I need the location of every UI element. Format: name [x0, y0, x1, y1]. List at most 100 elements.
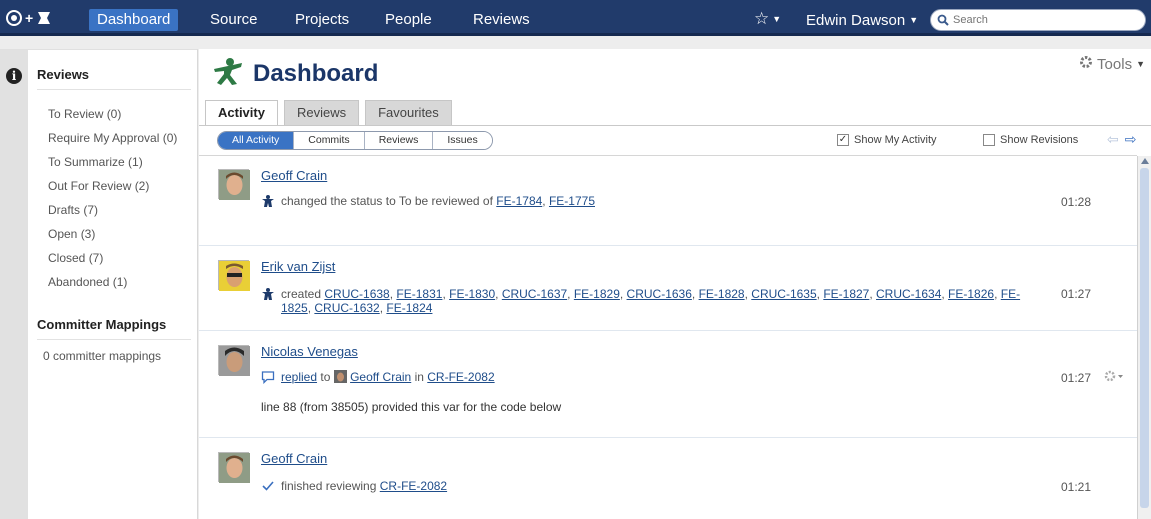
search-input[interactable] — [953, 14, 1133, 26]
sidebar-gutter — [0, 50, 28, 519]
review-link[interactable]: CRUC-1637 — [502, 287, 567, 301]
sidebar-item-closed[interactable]: Closed (7) — [48, 246, 177, 270]
show-revisions-option[interactable]: Show Revisions — [983, 134, 1078, 146]
sidebar-item-require-approval[interactable]: Require My Approval (0) — [48, 126, 177, 150]
top-navigation-bar: + Dashboard Source Projects People Revie… — [0, 0, 1151, 36]
sidebar-item-out-for-review[interactable]: Out For Review (2) — [48, 174, 177, 198]
tab-favourites[interactable]: Favourites — [365, 100, 452, 125]
issue-link[interactable]: FE-1831 — [396, 287, 442, 301]
nav-source[interactable]: Source — [210, 10, 258, 30]
author-link[interactable]: Nicolas Venegas — [261, 344, 358, 359]
review-complete-icon — [261, 479, 275, 496]
issue-link[interactable]: FE-1775 — [549, 194, 595, 208]
sidebar-item-to-summarize[interactable]: To Summarize (1) — [48, 150, 177, 174]
filter-issues[interactable]: Issues — [432, 132, 492, 149]
nav-dashboard[interactable]: Dashboard — [89, 9, 179, 31]
sidebar-item-to-review[interactable]: To Review (0) — [48, 102, 177, 126]
review-link[interactable]: CRUC-1634 — [876, 287, 941, 301]
favourites-menu[interactable]: ☆ ▼ — [754, 9, 781, 29]
nav-people[interactable]: People — [385, 10, 432, 30]
show-revisions-label: Show Revisions — [1000, 134, 1079, 146]
review-link[interactable]: CR-FE-2082 — [427, 370, 494, 384]
issue-link[interactable]: FE-1829 — [574, 287, 620, 301]
issue-link[interactable]: FE-1824 — [386, 301, 432, 315]
activity-text: to — [320, 370, 331, 384]
tools-label: Tools — [1097, 55, 1133, 73]
review-link[interactable]: CRUC-1635 — [751, 287, 816, 301]
show-revisions-checkbox[interactable] — [983, 134, 995, 146]
activity-item: Geoff Crain finished reviewing CR-FE-208… — [199, 439, 1137, 519]
author-link[interactable]: Geoff Crain — [261, 168, 327, 183]
filter-commits[interactable]: Commits — [293, 132, 364, 149]
activity-time: 01:28 — [1061, 195, 1092, 209]
tools-menu[interactable]: Tools ▼ — [1079, 55, 1145, 73]
divider — [199, 125, 1151, 126]
dashboard-figure-icon — [211, 57, 245, 90]
filter-reviews[interactable]: Reviews — [363, 132, 433, 149]
gear-icon — [1079, 55, 1093, 73]
user-name: Edwin Dawson — [806, 12, 906, 29]
sidebar-item-drafts[interactable]: Drafts (7) — [48, 198, 177, 222]
review-link[interactable]: CRUC-1632 — [314, 301, 379, 315]
committer-mappings-text: 0 committer mappings — [43, 349, 162, 363]
pager: ⇦ ⇨ — [1107, 131, 1136, 148]
nav-reviews[interactable]: Reviews — [473, 10, 530, 30]
avatar[interactable] — [218, 345, 250, 376]
show-my-activity-checkbox[interactable]: ✓ — [837, 134, 849, 146]
author-link[interactable]: Erik van Zijst — [261, 259, 335, 274]
sidebar-item-abandoned[interactable]: Abandoned (1) — [48, 270, 177, 294]
chevron-down-icon: ▼ — [772, 14, 782, 24]
tab-reviews[interactable]: Reviews — [283, 100, 360, 125]
activity-text: finished reviewing — [281, 479, 377, 493]
review-link[interactable]: CRUC-1636 — [627, 287, 692, 301]
issue-link[interactable]: FE-1830 — [449, 287, 495, 301]
comment-body: line 88 (from 38505) provided this var f… — [261, 400, 562, 414]
gear-menu-icon[interactable] — [1104, 369, 1124, 386]
issue-link[interactable]: FE-1784 — [496, 194, 542, 208]
activity-text: changed the status to To be reviewed of — [281, 194, 493, 208]
search-box[interactable] — [930, 9, 1146, 31]
issue-link[interactable]: FE-1826 — [948, 287, 994, 301]
reviews-section-title: Reviews — [37, 67, 90, 82]
committer-mappings-title: Committer Mappings — [37, 317, 167, 332]
status-change-icon — [261, 287, 275, 304]
tab-activity[interactable]: Activity — [205, 100, 278, 125]
activity-time: 01:27 — [1061, 371, 1092, 385]
issue-link[interactable]: FE-1828 — [699, 287, 745, 301]
show-my-activity-option[interactable]: ✓ Show My Activity — [837, 134, 937, 146]
review-link[interactable]: CRUC-1638 — [324, 287, 389, 301]
info-icon[interactable]: i — [6, 68, 22, 84]
avatar[interactable] — [218, 260, 250, 291]
activity-stream: Geoff Crain changed the status to To be … — [199, 156, 1137, 519]
nav-projects[interactable]: Projects — [295, 10, 349, 30]
filter-all-activity[interactable]: All Activity — [218, 132, 294, 149]
avatar[interactable] — [218, 452, 250, 483]
review-filter-list: To Review (0) Require My Approval (0) To… — [48, 102, 177, 294]
review-link[interactable]: CR-FE-2082 — [380, 479, 447, 493]
activity-description: replied to Geoff Crain in CR-FE-2082 — [261, 370, 495, 387]
chevron-down-icon: ▼ — [909, 15, 919, 25]
author-link[interactable]: Geoff Crain — [350, 370, 411, 384]
scrollbar-thumb[interactable] — [1140, 168, 1149, 508]
sidebar-item-open[interactable]: Open (3) — [48, 222, 177, 246]
comment-icon — [261, 370, 275, 387]
author-link[interactable]: Geoff Crain — [261, 451, 327, 466]
activity-description: changed the status to To be reviewed of … — [261, 194, 595, 211]
replied-link[interactable]: replied — [281, 370, 317, 384]
divider — [37, 89, 191, 90]
divider — [37, 339, 191, 340]
dashboard-tabs: Activity Reviews Favourites — [205, 100, 452, 125]
page-header: Dashboard — [211, 57, 378, 90]
scroll-up-icon[interactable] — [1141, 158, 1149, 164]
avatar[interactable] — [218, 169, 250, 200]
scrollbar[interactable] — [1137, 156, 1151, 519]
user-menu[interactable]: Edwin Dawson ▼ — [806, 10, 918, 31]
activity-text: created — [281, 287, 322, 301]
arrow-right-icon[interactable]: ⇨ — [1125, 131, 1137, 148]
issue-link[interactable]: FE-1827 — [823, 287, 869, 301]
app-logo[interactable]: + — [6, 8, 52, 28]
plus-icon: + — [25, 10, 34, 26]
activity-text: in — [414, 370, 424, 384]
activity-item: Erik van Zijst created CRUC-1638, FE-183… — [199, 247, 1137, 331]
arrow-left-icon[interactable]: ⇦ — [1107, 131, 1119, 148]
